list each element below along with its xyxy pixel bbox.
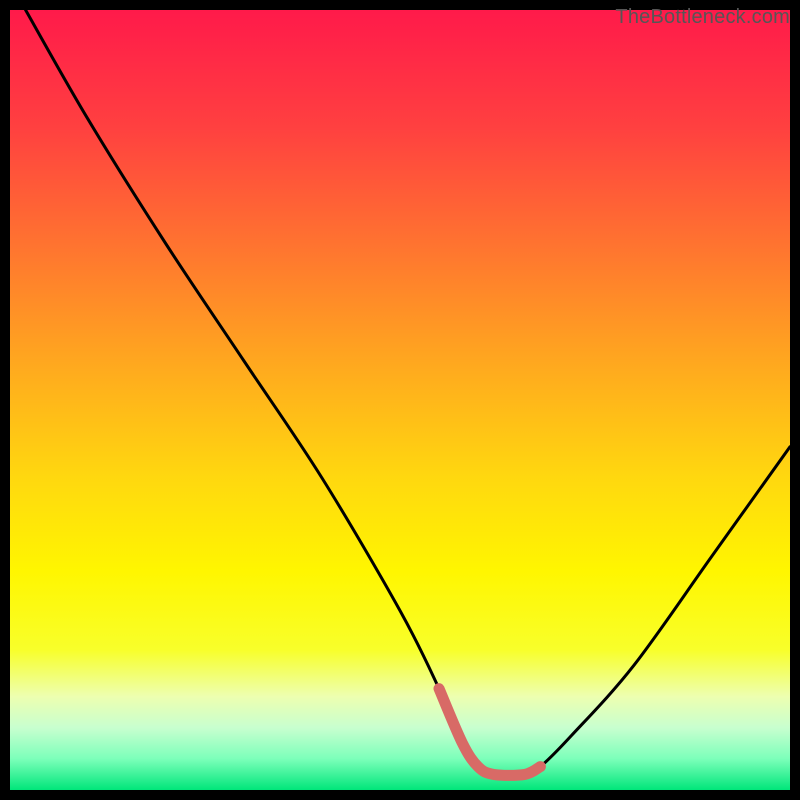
plot-area	[10, 10, 790, 790]
chart-container: TheBottleneck.com	[0, 0, 800, 800]
chart-svg	[10, 10, 790, 790]
watermark-text: TheBottleneck.com	[615, 6, 790, 29]
gradient-background	[10, 10, 790, 790]
